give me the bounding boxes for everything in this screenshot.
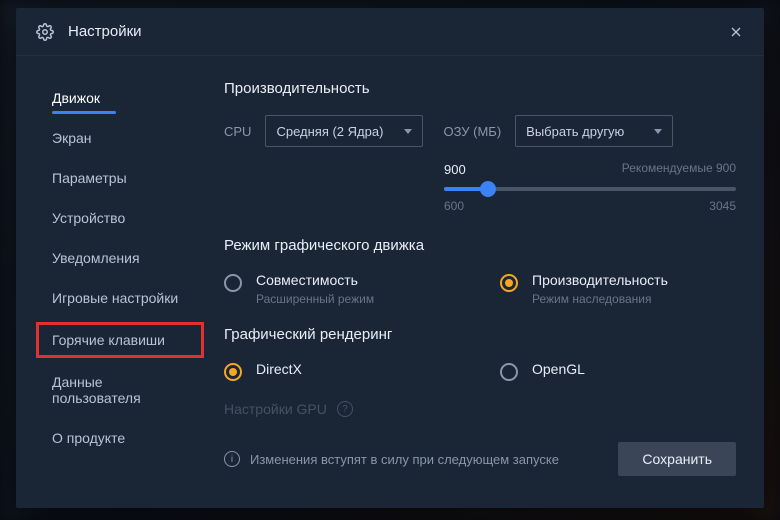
sidebar-item-notifications[interactable]: Уведомления [16,240,216,276]
sidebar-item-userdata[interactable]: Данные пользователя [16,364,216,416]
dropdown-value: Выбрать другую [526,124,624,139]
sidebar-item-label: Данные пользователя [52,374,141,406]
radio-label: OpenGL [532,361,585,377]
content-panel: Производительность CPU Средняя (2 Ядра) … [216,56,764,508]
radio-opengl[interactable]: OpenGL [500,361,736,381]
sidebar-item-game-settings[interactable]: Игровые настройки [16,280,216,316]
rendering-options: DirectX OpenGL [224,361,736,381]
help-icon[interactable]: ? [337,401,353,417]
radio-icon [500,363,518,381]
radio-compatibility[interactable]: Совместимость Расширенный режим [224,272,460,306]
ram-label: ОЗУ (МБ) [443,124,501,139]
cpu-dropdown[interactable]: Средняя (2 Ядра) [265,115,423,147]
gear-icon [36,23,54,41]
sidebar-item-device[interactable]: Устройство [16,200,216,236]
info-icon: i [224,451,240,467]
modal-title: Настройки [68,23,728,40]
sidebar-item-label: Экран [52,130,92,146]
slider-max: 3045 [709,199,736,213]
slider-track[interactable] [444,187,736,191]
slider-thumb[interactable] [480,181,496,197]
gpu-label: Настройки GPU [224,401,327,417]
radio-icon [224,363,242,381]
modal-body: Движок Экран Параметры Устройство Уведом… [16,56,764,508]
engine-mode-options: Совместимость Расширенный режим Производ… [224,272,736,306]
slider-range-labels: 600 3045 [444,199,736,213]
sidebar-item-label: Устройство [52,210,125,226]
sidebar-item-label: Параметры [52,170,127,186]
titlebar: Настройки [16,8,764,56]
slider-value: 900 [444,162,466,177]
section-performance-title: Производительность [224,80,736,97]
slider-min: 600 [444,199,464,213]
sidebar-item-label: Горячие клавиши [52,332,165,348]
cpu-ram-row: CPU Средняя (2 Ядра) ОЗУ (МБ) Выбрать др… [224,115,736,147]
sidebar-item-params[interactable]: Параметры [16,160,216,196]
sidebar: Движок Экран Параметры Устройство Уведом… [16,56,216,508]
sidebar-item-label: О продукте [52,430,125,446]
save-button[interactable]: Сохранить [618,442,736,476]
chevron-down-icon [654,129,662,134]
cpu-label: CPU [224,124,251,139]
gpu-settings-row: Настройки GPU ? [224,401,736,417]
sidebar-item-label: Уведомления [52,250,140,266]
sidebar-item-label: Движок [52,90,100,106]
settings-modal: Настройки Движок Экран Параметры Устройс… [16,8,764,508]
radio-icon [224,274,242,292]
section-engine-mode-title: Режим графического движка [224,237,736,254]
radio-icon [500,274,518,292]
radio-directx[interactable]: DirectX [224,361,460,381]
radio-label: DirectX [256,361,302,377]
chevron-down-icon [404,129,412,134]
radio-sublabel: Расширенный режим [256,292,374,306]
radio-label: Производительность [532,272,668,288]
footer-notice: Изменения вступят в силу при следующем з… [250,452,608,467]
sidebar-item-screen[interactable]: Экран [16,120,216,156]
ram-slider: 900 Рекомендуемые 900 600 3045 [444,161,736,213]
close-icon[interactable] [728,24,744,40]
radio-performance[interactable]: Производительность Режим наследования [500,272,736,306]
radio-sublabel: Режим наследования [532,292,668,306]
sidebar-item-about[interactable]: О продукте [16,420,216,456]
slider-recommended: Рекомендуемые 900 [622,161,736,175]
sidebar-item-label: Игровые настройки [52,290,178,306]
radio-label: Совместимость [256,272,374,288]
dropdown-value: Средняя (2 Ядра) [276,124,383,139]
footer: i Изменения вступят в силу при следующем… [224,427,736,494]
ram-dropdown[interactable]: Выбрать другую [515,115,673,147]
sidebar-item-hotkeys[interactable]: Горячие клавиши [36,322,204,358]
sidebar-item-engine[interactable]: Движок [16,80,216,116]
section-rendering-title: Графический рендеринг [224,326,736,343]
